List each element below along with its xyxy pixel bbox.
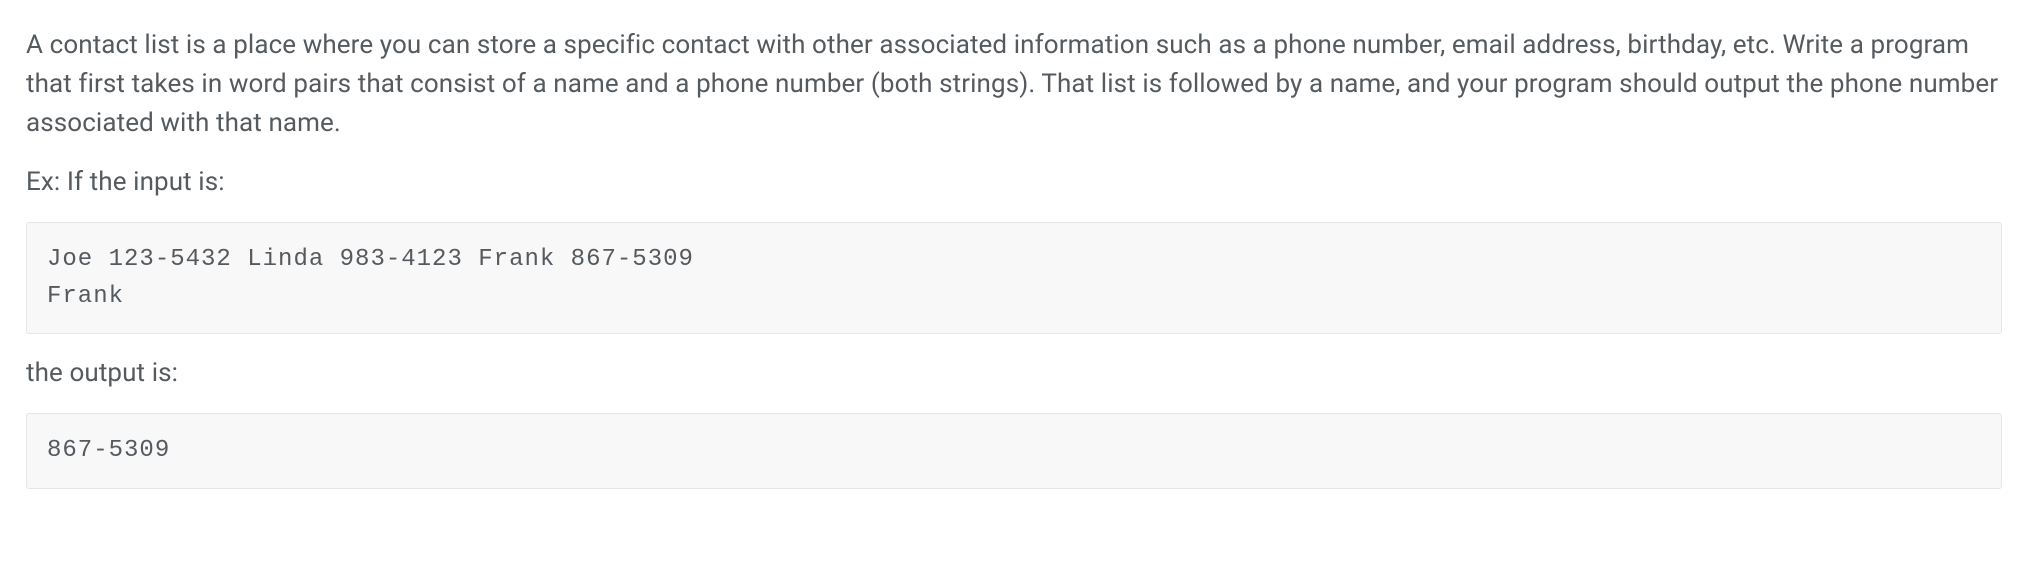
example-output-label: the output is:: [26, 354, 2002, 393]
problem-description: A contact list is a place where you can …: [26, 26, 2002, 143]
output-code-block: 867-5309: [26, 413, 2002, 488]
input-code-block: Joe 123-5432 Linda 983-4123 Frank 867-53…: [26, 222, 2002, 334]
example-input-label: Ex: If the input is:: [26, 163, 2002, 202]
